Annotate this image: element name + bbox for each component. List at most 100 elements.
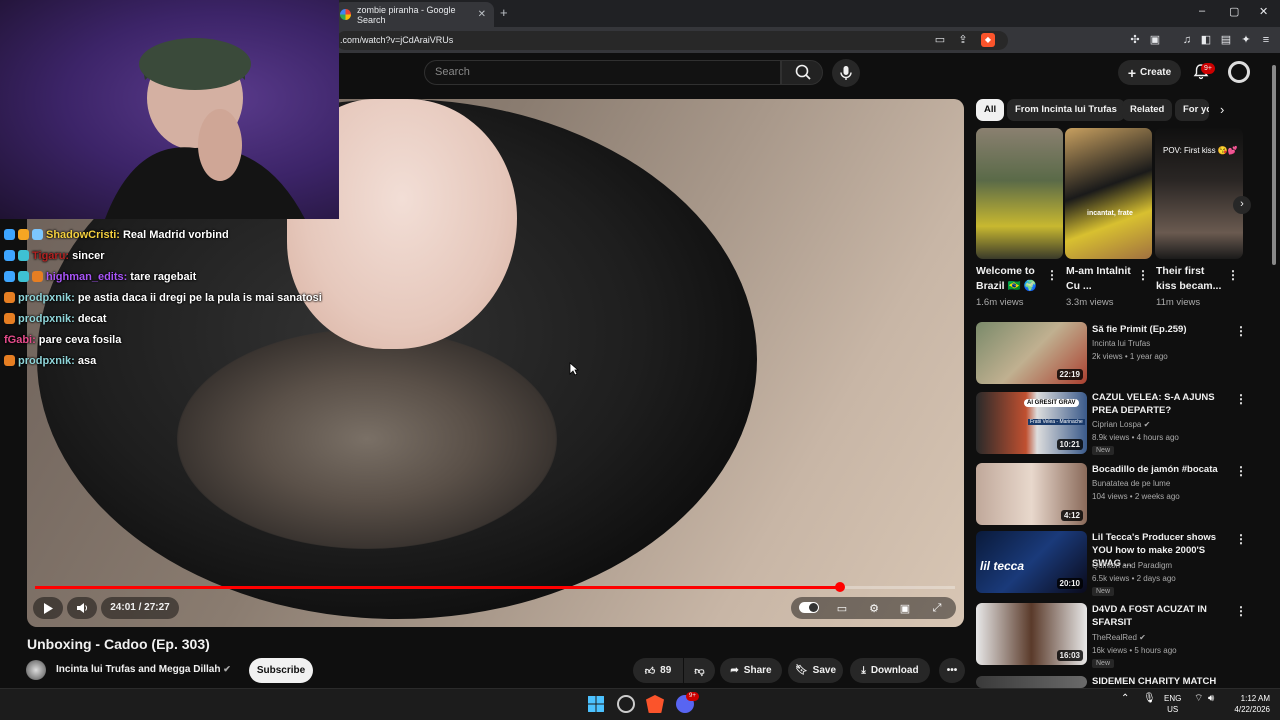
search-input[interactable]: Search — [424, 60, 781, 85]
chip-related[interactable]: Related — [1122, 99, 1173, 121]
video-menu-icon-5[interactable]: ⋮ — [1235, 604, 1247, 618]
shorts-next-arrow-icon[interactable]: › — [1233, 196, 1251, 214]
microphone-tray-icon[interactable]: 🎙︎ — [1143, 693, 1156, 704]
channel-avatar[interactable] — [26, 660, 46, 680]
short-menu-icon-1[interactable]: ⋮ — [1046, 268, 1058, 282]
short-menu-icon-2[interactable]: ⋮ — [1137, 268, 1149, 282]
video-menu-icon-2[interactable]: ⋮ — [1235, 392, 1247, 406]
seek-bar[interactable] — [35, 582, 955, 592]
maximize-button[interactable]: ▢ — [1229, 5, 1239, 18]
video-meta-3: 104 views • 2 weeks ago — [1092, 492, 1180, 501]
new-tab-button[interactable]: + — [500, 5, 508, 20]
channel-name[interactable]: Incinta lui Trufas and Megga Dillah ✔ — [56, 664, 231, 675]
subscribe-button[interactable]: Subscribe — [249, 658, 313, 683]
chip-from-channel[interactable]: From Incinta lui Trufas — [1007, 99, 1125, 121]
like-button[interactable]: 👍︎ 89 — [633, 658, 683, 683]
tab-title: zombie piranha - Google Search — [357, 4, 456, 25]
seek-handle[interactable] — [835, 582, 845, 592]
video-menu-icon-4[interactable]: ⋮ — [1235, 532, 1247, 546]
search-button[interactable] — [781, 60, 823, 85]
account-avatar[interactable] — [1228, 61, 1250, 83]
chat-message: fGabi: pare ceva fosila — [4, 329, 334, 350]
video-title-3[interactable]: Bocadillo de jamón #bocata — [1092, 463, 1230, 476]
clock[interactable]: 1:12 AM 4/22/2026 — [1226, 693, 1270, 715]
menu-icon[interactable]: ≡ — [1259, 33, 1273, 47]
thumb-subcaption-2: Fratii Velea - Marinache — [1028, 419, 1085, 425]
short-title-1[interactable]: Welcome to Brazil 🇧🇷 🌍 — [976, 264, 1042, 294]
browser-tab[interactable]: zombie piranha - Google Search ✕ — [334, 2, 494, 27]
video-title-1[interactable]: Să fie Primit (Ep.259) — [1092, 323, 1230, 336]
short-title-3[interactable]: Their first kiss becam... — [1156, 264, 1222, 294]
dislike-button[interactable]: 👎︎ — [684, 658, 715, 683]
short-thumbnail-2[interactable]: incantat, frate — [1065, 128, 1152, 259]
fullscreen-icon[interactable]: ⤢ — [922, 597, 952, 619]
extensions-icon[interactable]: ✣ — [1128, 33, 1142, 47]
video-channel-5[interactable]: TheRealRed ✔ — [1092, 633, 1146, 642]
share-page-icon[interactable]: ⇪ — [956, 33, 970, 47]
short-thumbnail-3[interactable]: POV: First kiss 😘💕 — [1155, 128, 1243, 259]
play-button[interactable] — [33, 597, 63, 619]
chips-next-arrow-icon[interactable]: › — [1220, 102, 1224, 117]
leo-ai-icon[interactable]: ✦ — [1239, 33, 1253, 47]
wifi-icon[interactable]: ⌔ — [1194, 693, 1203, 704]
video-thumbnail-6[interactable] — [976, 676, 1087, 688]
create-label: Create — [1140, 67, 1172, 78]
chat-username: prodpxnik: — [18, 291, 75, 304]
language-indicator[interactable]: ENG US — [1164, 693, 1181, 715]
theater-mode-icon[interactable]: ▣ — [890, 597, 920, 619]
thumbs-up-icon: 👍︎ — [644, 665, 656, 677]
play-icon — [44, 602, 53, 614]
video-channel-2[interactable]: Ciprian Lospa ✔ — [1092, 420, 1150, 429]
video-title-2[interactable]: CAZUL VELEA: S-A AJUNS PREA DEPARTE? — [1092, 391, 1230, 417]
video-thumbnail-2[interactable]: AI GRESIT GRAV Fratii Velea - Marinache … — [976, 392, 1087, 454]
video-channel-1[interactable]: Incinta lui Trufas — [1092, 339, 1150, 348]
create-button[interactable]: + Create — [1118, 60, 1181, 85]
short-thumbnail-1[interactable] — [976, 128, 1063, 259]
duration-badge-1: 22:19 — [1056, 369, 1083, 380]
duration-badge-2: 10:21 — [1056, 439, 1083, 450]
volume-button[interactable] — [67, 597, 97, 619]
video-thumbnail-4[interactable]: lil tecca 20:10 — [976, 531, 1087, 593]
video-title-5[interactable]: D4VD A FOST ACUZAT IN SFARSIT — [1092, 603, 1230, 629]
video-thumbnail-5[interactable]: 16:03 — [976, 603, 1087, 665]
chat-badge-icon — [18, 271, 29, 282]
autoplay-toggle[interactable] — [799, 602, 819, 613]
video-channel-3[interactable]: Bunatatea de pe lume — [1092, 479, 1170, 488]
media-icon[interactable]: ♫ — [1180, 33, 1194, 47]
settings-gear-icon[interactable]: ⚙ — [859, 597, 889, 619]
speaker-icon[interactable]: 🔊︎ — [1208, 693, 1214, 704]
more-actions-button[interactable]: ••• — [939, 658, 965, 683]
obs-icon[interactable] — [617, 695, 635, 713]
video-thumbnail-3[interactable]: 4:12 — [976, 463, 1087, 525]
brave-shield-icon[interactable]: ◆ — [981, 33, 995, 47]
save-button[interactable]: 🔖︎ Save — [788, 658, 843, 683]
close-window-button[interactable]: ✕ — [1259, 5, 1268, 18]
chat-badge-icon — [4, 229, 15, 240]
chat-message: prodpxnik: pe astia daca ii dregi pe la p… — [4, 287, 334, 308]
chip-for-you[interactable]: For yo — [1175, 99, 1209, 121]
cast-icon[interactable]: ▭ — [933, 33, 947, 47]
subtitles-icon[interactable]: ▭ — [827, 597, 857, 619]
duration-badge-4: 20:10 — [1056, 578, 1083, 589]
wallet-icon[interactable]: ▤ — [1219, 33, 1233, 47]
tab-search-icon[interactable]: ▣ — [1148, 33, 1162, 47]
download-button[interactable]: ⤓ Download — [850, 658, 930, 683]
short-title-2[interactable]: M-am Intalnit Cu ... — [1066, 264, 1132, 294]
tray-overflow-icon[interactable]: ⌃ — [1121, 693, 1129, 704]
share-button[interactable]: ➦ Share — [720, 658, 782, 683]
video-title-6[interactable]: SIDEMEN CHARITY MATCH — [1092, 675, 1230, 688]
chip-all[interactable]: All — [976, 99, 1005, 121]
voice-search-button[interactable] — [832, 59, 860, 87]
windows-start-icon[interactable] — [587, 695, 605, 713]
scrollbar-thumb[interactable] — [1272, 65, 1276, 265]
video-menu-icon-1[interactable]: ⋮ — [1235, 324, 1247, 338]
sidebar-icon[interactable]: ◧ — [1199, 33, 1213, 47]
minimize-button[interactable]: – — [1199, 5, 1205, 17]
address-bar[interactable]: .com/watch?v=jCdAraiVRUs — [336, 31, 1008, 50]
short-menu-icon-3[interactable]: ⋮ — [1227, 268, 1239, 282]
video-channel-4[interactable]: Quinton and Paradigm — [1092, 561, 1172, 570]
video-thumbnail-1[interactable]: 22:19 — [976, 322, 1087, 384]
video-menu-icon-3[interactable]: ⋮ — [1235, 464, 1247, 478]
video-title: Unboxing - Cadoo (Ep. 303) — [27, 636, 210, 652]
close-tab-icon[interactable]: ✕ — [478, 9, 486, 20]
